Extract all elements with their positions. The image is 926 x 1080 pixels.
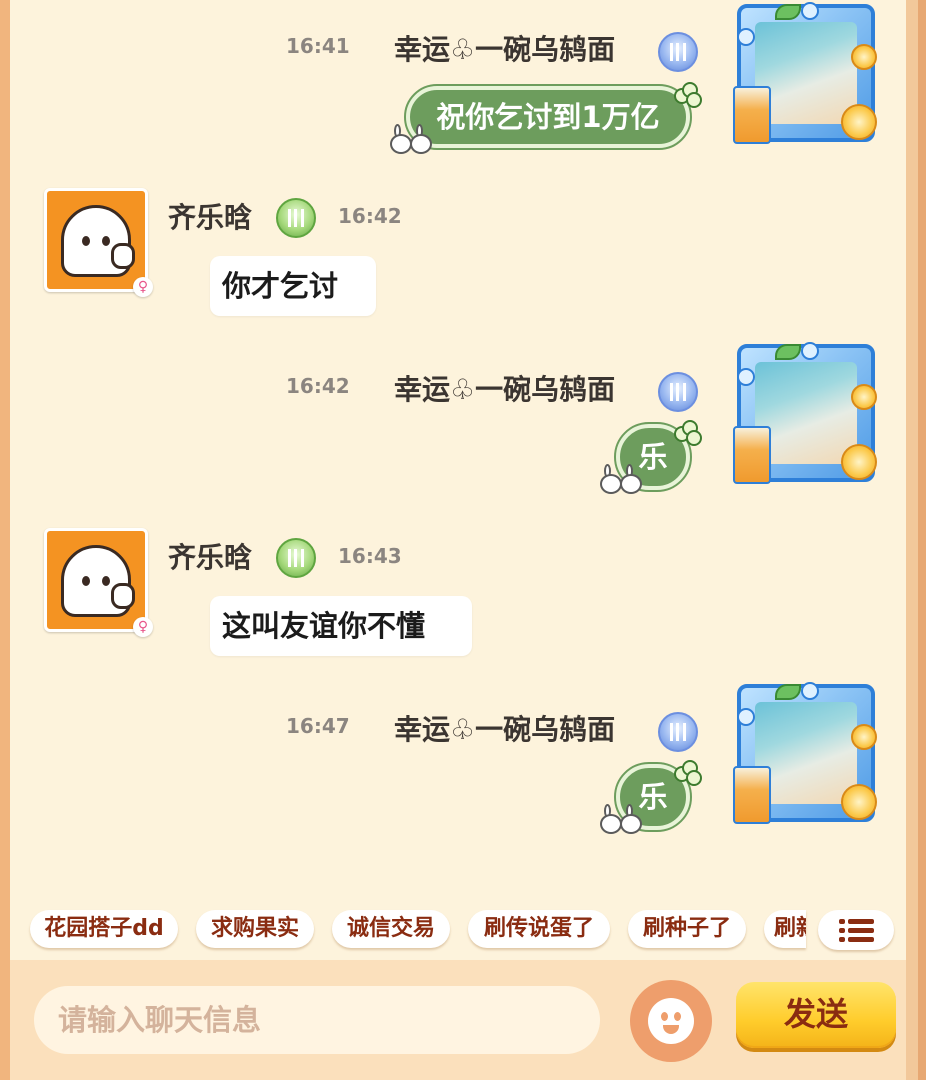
bunny-icon: [600, 464, 646, 494]
bubble-icon: [737, 28, 755, 46]
sender-avatar[interactable]: [733, 2, 877, 144]
quick-phrase-chip[interactable]: 花园搭子dd: [30, 910, 178, 948]
message-time: 16:41: [286, 34, 350, 58]
clover-icon: [674, 420, 702, 446]
clover-icon: [674, 760, 702, 786]
leaf-icon: [775, 684, 801, 700]
female-gender-icon: ♀: [133, 617, 153, 637]
send-button[interactable]: 发送: [736, 982, 896, 1048]
sender-avatar[interactable]: [44, 528, 148, 632]
clover-icon: [674, 82, 702, 108]
sender-avatar[interactable]: [44, 188, 148, 292]
emoji-button[interactable]: [630, 980, 712, 1062]
right-frame-stripe: [918, 0, 926, 1080]
bubble-icon: [801, 682, 819, 700]
list-menu-icon[interactable]: [818, 910, 894, 950]
sender-name[interactable]: 齐乐晗: [168, 536, 252, 576]
bubble-icon: [737, 708, 755, 726]
sender-name[interactable]: 幸运♧一碗乌鸫面: [394, 368, 615, 408]
lemon-icon: [851, 44, 877, 70]
sender-avatar[interactable]: [733, 342, 877, 484]
message-time: 16:42: [286, 374, 350, 398]
peace-hand-icon: [111, 583, 135, 609]
crown-badge-icon: [658, 712, 698, 752]
quick-phrase-chip[interactable]: 诚信交易: [332, 910, 450, 948]
crown-badge-icon: [658, 372, 698, 412]
left-frame-border: [0, 0, 10, 1080]
message-bubble[interactable]: 这叫友谊你不懂: [210, 596, 472, 656]
juice-glass-icon: [733, 766, 771, 824]
bunny-icon: [390, 124, 436, 154]
message-bubble[interactable]: 你才乞讨: [210, 256, 376, 316]
lemon-icon: [851, 384, 877, 410]
lemon-icon: [851, 724, 877, 750]
quick-phrase-chip[interactable]: 求购果实: [196, 910, 314, 948]
message-time: 16:43: [338, 544, 402, 568]
bunny-icon: [600, 804, 646, 834]
level-badge-icon: [276, 198, 316, 238]
message-time: 16:42: [338, 204, 402, 228]
bubble-icon: [801, 2, 819, 20]
leaf-icon: [775, 4, 801, 20]
bubble-icon: [737, 368, 755, 386]
female-gender-icon: ♀: [133, 277, 153, 297]
message-time: 16:47: [286, 714, 350, 738]
lemon-icon: [841, 784, 877, 820]
chat-input[interactable]: [34, 986, 600, 1054]
lemon-icon: [841, 104, 877, 140]
sender-name[interactable]: 幸运♧一碗乌鸫面: [394, 708, 615, 748]
sender-name[interactable]: 齐乐晗: [168, 196, 252, 236]
sender-name[interactable]: 幸运♧一碗乌鸫面: [394, 28, 615, 68]
quick-phrase-chip[interactable]: 刷传说蛋了: [468, 910, 610, 948]
juice-glass-icon: [733, 86, 771, 144]
quick-phrase-chip[interactable]: 刷种子了: [628, 910, 746, 948]
message-bubble[interactable]: 祝你乞讨到1万亿: [404, 84, 692, 150]
smiley-face-icon: [648, 998, 694, 1044]
bubble-icon: [801, 342, 819, 360]
leaf-icon: [775, 344, 801, 360]
juice-glass-icon: [733, 426, 771, 484]
crown-badge-icon: [658, 32, 698, 72]
level-badge-icon: [276, 538, 316, 578]
quick-phrase-chip[interactable]: 刷新: [764, 910, 806, 948]
sender-avatar[interactable]: [733, 682, 877, 824]
peace-hand-icon: [111, 243, 135, 269]
lemon-icon: [841, 444, 877, 480]
